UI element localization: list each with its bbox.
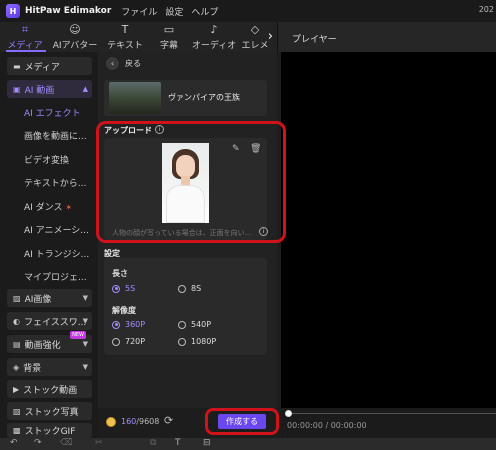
bottom-toolbar: ↶ ↷ ⌫ ✂ ⧉ T ⊟ — [0, 438, 496, 450]
app-logo-icon: H — [6, 4, 20, 18]
sidebar-section-ai-image[interactable]: ▨ AI画像 ▼ — [7, 289, 92, 307]
menu-settings[interactable]: 設定 — [165, 5, 183, 18]
year-text: 202 — [478, 5, 494, 14]
gif-icon: ▩ — [13, 426, 21, 435]
resolution-option-720p[interactable]: 720P — [112, 337, 145, 346]
photo-icon: ▧ — [13, 406, 21, 416]
tab-text[interactable]: T テキスト — [100, 22, 150, 52]
delete-icon[interactable]: ⌫ — [60, 438, 73, 449]
caret-down-icon: ▼ — [82, 363, 88, 371]
playhead-handle[interactable] — [285, 410, 292, 417]
face-swap-icon: ◐ — [13, 316, 20, 326]
new-badge: NEW — [70, 331, 86, 339]
sidebar-item-ai-effect[interactable]: AI エフェクト — [24, 106, 81, 119]
progress-track[interactable] — [291, 413, 496, 414]
enhance-icon: ▤ — [13, 339, 21, 349]
radio-icon — [178, 320, 186, 329]
radio-selected-icon — [112, 320, 120, 329]
effect-title: ヴァンパイアの王族 — [168, 93, 240, 102]
caret-up-icon: ▲ — [82, 85, 88, 93]
play-icon: ▶ — [13, 384, 20, 394]
sidebar-item-my-project[interactable]: マイプロジェ... — [24, 270, 87, 283]
radio-icon — [112, 337, 120, 346]
folder-icon: ▬ — [13, 61, 21, 71]
player-time: 00:00:00 / 00:00:00 — [287, 421, 367, 430]
player-canvas[interactable] — [281, 52, 496, 408]
effect-thumbnail — [109, 82, 161, 114]
avatar-icon: ☺ — [69, 22, 81, 36]
title-bar: H HitPaw Edimakor ファイル 設定 ヘルプ 202 — [0, 0, 496, 22]
chevron-right-icon[interactable]: › — [268, 29, 273, 44]
tab-media[interactable]: ⌗ メディア — [0, 22, 50, 52]
text-icon: T — [121, 22, 129, 36]
resolution-option-540p[interactable]: 540P — [178, 320, 211, 329]
highlight-ring-upload — [96, 121, 286, 243]
chevron-left-icon: ‹ — [106, 57, 119, 70]
sidebar-section-video-enhance[interactable]: ▤ 動画強化 NEW ▼ — [7, 331, 92, 353]
subtitle-tool-icon[interactable]: ⊟ — [203, 438, 211, 449]
back-button[interactable]: ‹ 戻る — [106, 57, 141, 70]
length-option-5s[interactable]: 5S — [112, 284, 135, 293]
tab-audio[interactable]: ♪ オーディオ — [188, 22, 240, 52]
sidebar-section-face-swap[interactable]: ◐ フェイススワ... ▼ — [7, 312, 92, 330]
sidebar-section-stock-photo[interactable]: ▧ ストック写真 — [7, 402, 92, 420]
redo-icon[interactable]: ↷ — [34, 438, 42, 449]
media-icon: ⌗ — [21, 22, 29, 36]
sidebar-item-video-convert[interactable]: ビデオ変換 — [24, 153, 69, 166]
player-header: プレイヤー — [277, 22, 496, 52]
resolution-option-1080p[interactable]: 1080P — [178, 337, 216, 346]
sidebar-item-image-to-video[interactable]: 画像を動画に... — [24, 129, 87, 142]
tab-subtitle[interactable]: ▭ 字幕 — [150, 22, 188, 52]
sidebar-item-ai-dance[interactable]: AI ダンス ✶ — [24, 200, 72, 213]
sidebar-section-stock-gif[interactable]: ▩ ストックGIF — [7, 423, 92, 438]
app-window: H HitPaw Edimakor ファイル 設定 ヘルプ 202 ⌗ メディア… — [0, 0, 496, 450]
menu-file[interactable]: ファイル — [121, 5, 157, 18]
caret-down-icon: ▼ — [82, 317, 88, 325]
sidebar-section-background[interactable]: ◈ 背景 ▼ — [7, 358, 92, 376]
settings-box: 長さ 5S 8S 解像度 360P 540P 720P 1080P — [104, 258, 267, 355]
undo-icon[interactable]: ↶ — [10, 438, 18, 449]
sidebar: ▬ メディア ▣ AI 動画 ▲ AI エフェクト 画像を動画に... ビデオ変… — [0, 52, 98, 438]
sidebar-item-text-to[interactable]: テキストから... — [24, 176, 86, 189]
element-icon: ◇ — [250, 22, 260, 36]
image-icon: ▨ — [13, 293, 21, 303]
tab-element[interactable]: ◇ エレメ — [240, 22, 270, 52]
player-timeline: 00:00:00 / 00:00:00 — [281, 408, 496, 438]
radio-selected-icon — [112, 284, 120, 293]
sidebar-item-ai-transition[interactable]: AI トランジシ... — [24, 247, 89, 260]
sidebar-section-stock-video[interactable]: ▶ ストック動画 — [7, 380, 92, 398]
effect-card[interactable]: ヴァンパイアの王族 — [104, 80, 267, 116]
music-icon: ♪ — [210, 22, 218, 36]
length-label: 長さ — [112, 269, 128, 278]
caret-down-icon: ▼ — [82, 294, 88, 302]
highlight-ring-create — [205, 408, 279, 435]
crop-icon[interactable]: ⧉ — [150, 438, 156, 449]
ai-video-icon: ▣ — [13, 84, 21, 94]
length-option-8s[interactable]: 8S — [178, 284, 201, 293]
menu-help[interactable]: ヘルプ — [191, 5, 218, 18]
credits-text: 160/9608 — [121, 417, 160, 426]
sidebar-item-ai-animation[interactable]: AI アニメーシ... — [24, 223, 89, 236]
radio-icon — [178, 284, 186, 293]
tab-ai-avatar[interactable]: ☺ AIアバター — [50, 22, 100, 52]
layers-icon: ◈ — [13, 362, 20, 372]
dancer-icon: ✶ — [65, 203, 73, 212]
sidebar-section-media[interactable]: ▬ メディア — [7, 57, 92, 75]
resolution-option-360p[interactable]: 360P — [112, 320, 145, 329]
app-name: HitPaw Edimakor — [25, 6, 112, 16]
sidebar-section-ai-video[interactable]: ▣ AI 動画 ▲ — [7, 80, 92, 98]
coin-icon — [106, 417, 116, 427]
refresh-icon[interactable]: ⟳ — [164, 414, 173, 427]
subtitle-icon: ▭ — [163, 22, 175, 36]
split-icon[interactable]: ✂ — [95, 438, 103, 449]
resolution-label: 解像度 — [112, 306, 136, 315]
tool-tabs: ⌗ メディア ☺ AIアバター T テキスト ▭ 字幕 ♪ オーディオ ◇ エレ… — [0, 22, 277, 52]
text-tool-icon[interactable]: T — [175, 438, 181, 449]
caret-down-icon: ▼ — [82, 340, 88, 348]
radio-icon — [178, 337, 186, 346]
player-title: プレイヤー — [292, 35, 337, 45]
